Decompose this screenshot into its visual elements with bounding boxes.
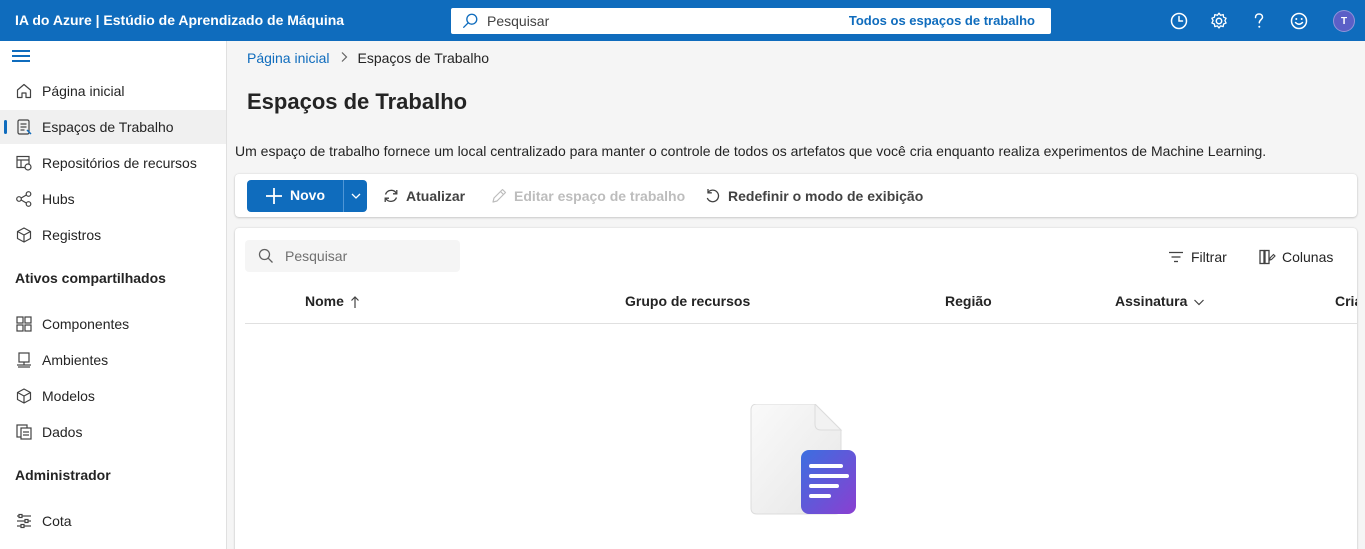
command-toolbar: Novo Atualizar Editar espaço de trabalho… (235, 174, 1357, 217)
chevron-right-icon (340, 50, 348, 66)
refresh-icon (384, 189, 398, 202)
empty-state-document-icon (750, 404, 856, 515)
help-icon[interactable] (1249, 11, 1269, 31)
pencil-icon (492, 188, 507, 203)
column-header-created[interactable]: Cria (1335, 293, 1357, 309)
avatar[interactable]: T (1333, 10, 1355, 32)
search-scope-selector[interactable]: Todos os espaços de trabalho (849, 13, 1035, 28)
gear-icon[interactable] (1209, 11, 1229, 31)
sidebar-item-label: Repositórios de recursos (42, 155, 197, 171)
sidebar-item-label: Registros (42, 227, 102, 243)
column-header-label: Nome (305, 293, 344, 309)
column-header-label: Assinatura (1115, 293, 1188, 309)
quota-icon (17, 513, 31, 529)
reset-view-button[interactable]: Redefinir o modo de exibição (704, 180, 924, 212)
sidebar-item-workspaces[interactable]: Espaços de Trabalho (0, 110, 226, 144)
sidebar-item-components[interactable]: Componentes (0, 307, 226, 341)
arrow-up-icon (350, 296, 359, 309)
sidebar-item-models[interactable]: Modelos (0, 379, 226, 413)
search-icon (463, 13, 478, 28)
top-bar: IA do Azure | Estúdio de Aprendizado de … (0, 0, 1365, 41)
hamburger-menu-icon[interactable] (12, 50, 30, 64)
column-header-resource-group[interactable]: Grupo de recursos (625, 293, 750, 309)
components-icon (16, 316, 32, 332)
clock-icon[interactable] (1169, 11, 1189, 31)
sidebar-item-home[interactable]: Página inicial (0, 74, 226, 108)
breadcrumb-home-link[interactable]: Página inicial (247, 50, 330, 66)
refresh-button[interactable]: Atualizar (382, 180, 477, 212)
workspace-icon (17, 119, 32, 135)
smiley-icon[interactable] (1289, 11, 1309, 31)
new-dropdown-button[interactable] (343, 180, 367, 212)
sidebar-item-hubs[interactable]: Hubs (0, 182, 226, 216)
sidebar-item-feature-stores[interactable]: Repositórios de recursos (0, 146, 226, 180)
columns-button-label: Colunas (1282, 249, 1334, 265)
app-title[interactable]: IA do Azure | Estúdio de Aprendizado de … (15, 12, 344, 28)
sidebar-item-label: Dados (42, 424, 83, 440)
grid-header-row: Nome Grupo de recursos Região Assinatura… (245, 286, 1357, 324)
sidebar-item-registries[interactable]: Registros (0, 218, 226, 252)
column-header-subscription[interactable]: Assinatura (1115, 293, 1205, 309)
chevron-down-icon (1194, 299, 1205, 306)
models-icon (16, 388, 32, 404)
section-title-shared-assets: Ativos compartilhados (15, 270, 166, 286)
workspaces-grid-panel: Filtrar Colunas Nome Grupo de recursos R… (235, 228, 1357, 549)
sidebar-item-label: Hubs (42, 191, 75, 207)
new-button[interactable]: Novo (247, 180, 343, 212)
hub-icon (16, 191, 32, 207)
environments-icon (17, 352, 31, 368)
plus-icon (266, 188, 282, 204)
active-indicator (4, 120, 7, 134)
filter-button[interactable]: Filtrar (1167, 248, 1232, 266)
search-icon (258, 248, 273, 263)
column-header-label: Grupo de recursos (625, 293, 751, 309)
grid-search-box[interactable] (245, 240, 460, 272)
data-icon (16, 424, 32, 440)
grid-search-input[interactable] (285, 240, 455, 272)
sidebar-item-environments[interactable]: Ambientes (0, 343, 226, 377)
sidebar-item-data[interactable]: Dados (0, 415, 226, 449)
sidebar-item-label: Componentes (42, 316, 130, 332)
section-title-admin: Administrador (15, 467, 111, 483)
column-header-region[interactable]: Região (945, 293, 992, 309)
breadcrumb: Página inicial Espaços de Trabalho (247, 50, 489, 66)
sidebar-item-quota[interactable]: Cota (0, 504, 226, 538)
refresh-button-label: Atualizar (406, 188, 466, 204)
filter-button-label: Filtrar (1191, 249, 1227, 265)
sidebar-item-label: Modelos (42, 388, 95, 404)
columns-button[interactable]: Colunas (1258, 248, 1338, 266)
columns-icon (1259, 249, 1276, 265)
new-button-label: Novo (290, 187, 325, 203)
feature-store-icon (16, 155, 32, 171)
global-search-box[interactable]: Todos os espaços de trabalho (451, 8, 1051, 34)
filter-icon (1169, 251, 1183, 263)
undo-icon (706, 189, 720, 203)
registry-icon (16, 227, 32, 243)
page-title: Espaços de Trabalho (247, 89, 468, 114)
sidebar-item-label: Ambientes (42, 352, 109, 368)
home-icon (16, 83, 32, 99)
column-header-label: Região (945, 293, 992, 309)
sidebar: Página inicial Espaços de Trabalho Repos… (0, 41, 227, 549)
sidebar-item-label: Página inicial (42, 83, 125, 99)
column-header-label: Cria (1335, 293, 1357, 309)
page-description: Um espaço de trabalho fornece um local c… (235, 143, 1267, 159)
edit-workspace-button-label: Editar espaço de trabalho (514, 188, 686, 204)
sidebar-item-label: Cota (42, 513, 72, 529)
chevron-down-icon (351, 193, 361, 199)
global-search-input[interactable] (487, 8, 817, 34)
reset-view-button-label: Redefinir o modo de exibição (728, 188, 924, 204)
column-header-name[interactable]: Nome (305, 293, 360, 309)
breadcrumb-current: Espaços de Trabalho (357, 50, 490, 66)
edit-workspace-button[interactable]: Editar espaço de trabalho (490, 180, 690, 212)
sidebar-item-label: Espaços de Trabalho (42, 119, 174, 135)
